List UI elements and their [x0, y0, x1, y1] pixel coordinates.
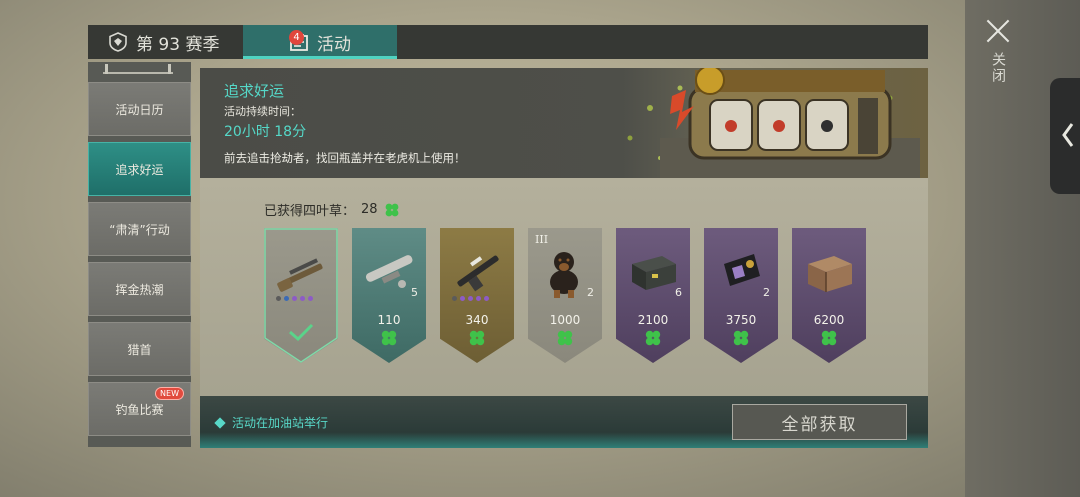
- reward-cost: 2100: [637, 313, 669, 327]
- reward-card-rocket-launcher[interactable]: 5 110: [352, 228, 426, 363]
- reward-card-assault-rifle[interactable]: 340: [440, 228, 514, 363]
- wooden-crate-icon: [808, 256, 852, 292]
- close-button[interactable]: 关闭: [980, 18, 1016, 84]
- footer-bar: 活动在加油站举行 全部获取: [200, 396, 928, 448]
- tab-activity-label: 活动: [317, 34, 351, 55]
- menu-item-label: 挥金热潮: [115, 282, 164, 297]
- claim-all-button[interactable]: 全部获取: [732, 404, 907, 440]
- event-panel: 追求好运 活动持续时间： 20小时 18分 前去追击抢劫者，找回瓶盖并在老虎机上…: [200, 68, 928, 448]
- reward-cost: 3750: [725, 313, 757, 327]
- tab-season-label: 第 93 赛季: [136, 34, 220, 55]
- clover-icon: [645, 330, 661, 346]
- footer-note: 活动在加油站举行: [214, 414, 329, 431]
- event-title: 追求好运: [224, 82, 285, 100]
- tab-activity[interactable]: 活动: [243, 25, 397, 59]
- clover-counter: 已获得四叶草： 28: [264, 200, 400, 219]
- footer-note-text: 活动在加油站举行: [232, 416, 329, 430]
- clover-icon: [821, 330, 837, 346]
- menu-item-chase-luck[interactable]: 追求好运: [88, 142, 191, 196]
- clover-count-value: 28: [361, 202, 378, 217]
- claimed-checkmark-icon: [289, 323, 314, 342]
- season-shield-icon: [109, 32, 127, 52]
- menu-item-label: “肃清”行动: [109, 222, 170, 237]
- menu-scroll-indicator: [103, 64, 173, 74]
- event-duration-value: 20小时 18分: [224, 124, 307, 140]
- reward-quantity: 2: [587, 286, 594, 299]
- activity-notification-badge: 4: [289, 30, 304, 45]
- reward-card-wooden-crate[interactable]: 6200: [792, 228, 866, 363]
- reward-card-dog[interactable]: III 2 1000: [528, 228, 602, 363]
- rarity-dots: [276, 296, 313, 301]
- slot-machine-illustration: [627, 68, 920, 178]
- top-tab-bar: 第 93 赛季 活动: [88, 25, 928, 59]
- menu-item-label: 追求好运: [115, 162, 164, 177]
- menu-item-purge[interactable]: “肃清”行动: [88, 202, 191, 256]
- side-drawer-handle[interactable]: [1050, 78, 1080, 194]
- reward-cost: 6200: [813, 313, 845, 327]
- reward-card-badge-wallet[interactable]: 2 3750: [704, 228, 778, 363]
- new-badge: NEW: [155, 387, 184, 400]
- close-icon[interactable]: [985, 18, 1011, 44]
- menu-item-calendar[interactable]: 活动日历: [88, 82, 191, 136]
- menu-item-label: 钓鱼比赛: [115, 402, 164, 417]
- rarity-dots: [452, 296, 489, 301]
- reward-cost: 340: [465, 313, 489, 327]
- reward-quantity: 5: [411, 286, 418, 299]
- menu-item-spending-spree[interactable]: 挥金热潮: [88, 262, 191, 316]
- diamond-icon: [214, 416, 226, 429]
- reward-cost: 110: [377, 313, 401, 327]
- clover-icon: [385, 203, 398, 216]
- event-banner: 追求好运 活动持续时间： 20小时 18分 前去追击抢劫者，找回瓶盖并在老虎机上…: [200, 68, 928, 178]
- menu-item-label: 活动日历: [115, 102, 164, 117]
- event-duration-label: 活动持续时间：: [224, 105, 301, 118]
- clover-icon: [557, 330, 573, 346]
- reward-card-weapon-crate[interactable]: 6 2100: [616, 228, 690, 363]
- clover-icon: [381, 330, 397, 346]
- close-label: 关闭: [990, 52, 1006, 84]
- activity-menu: 活动日历 追求好运 “肃清”行动 挥金热潮 猎首 钓鱼比赛 NEW: [88, 62, 191, 447]
- clover-icon: [469, 330, 485, 346]
- reward-cost: 1000: [549, 313, 581, 327]
- tab-season[interactable]: 第 93 赛季: [108, 25, 219, 59]
- clover-count-label: 已获得四叶草：: [264, 204, 356, 219]
- reward-quantity: 6: [675, 286, 682, 299]
- clover-icon: [733, 330, 749, 346]
- menu-item-fishing[interactable]: 钓鱼比赛 NEW: [88, 382, 191, 436]
- reward-quantity: 2: [763, 286, 770, 299]
- menu-item-headhunt[interactable]: 猎首: [88, 322, 191, 376]
- rewards-area: 已获得四叶草： 28 5 110 340 III 2 1000 6 2100 2…: [200, 178, 928, 396]
- event-description: 前去追击抢劫者，找回瓶盖并在老虎机上使用！: [224, 151, 466, 165]
- chevron-left-icon: [1062, 123, 1074, 147]
- reward-card-shotgun[interactable]: [264, 228, 338, 363]
- menu-item-label: 猎首: [127, 342, 152, 357]
